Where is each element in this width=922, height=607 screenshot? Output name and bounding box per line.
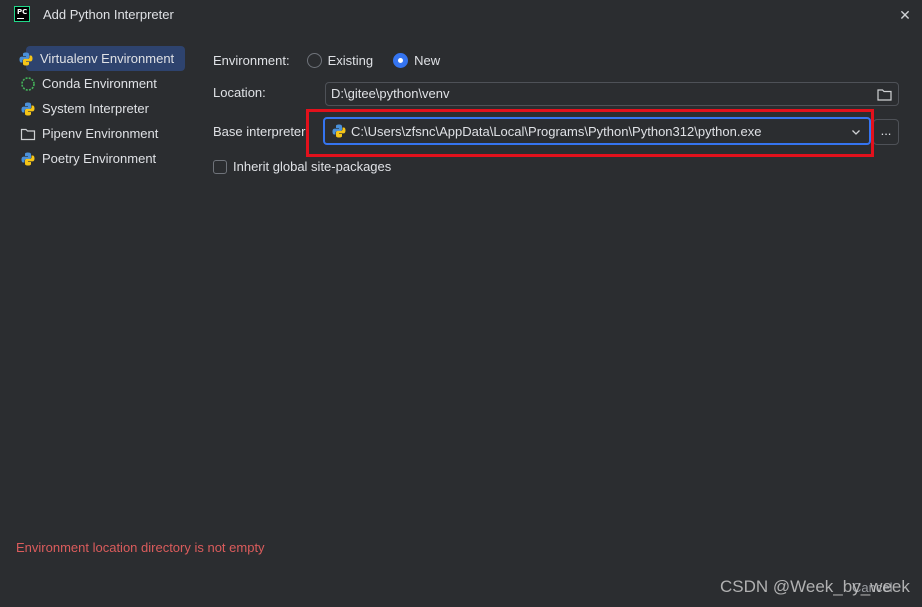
location-input[interactable]: D:\gitee\python\venv xyxy=(325,82,899,106)
dialog-title: Add Python Interpreter xyxy=(43,7,174,22)
base-interpreter-label: Base interpreter: xyxy=(213,124,310,139)
python-icon xyxy=(20,101,36,117)
existing-radio-label[interactable]: Existing xyxy=(328,53,374,68)
error-message: Environment location directory is not em… xyxy=(16,540,265,555)
python-env-icon xyxy=(18,51,34,67)
sidebar-item-pipenv[interactable]: Pipenv Environment xyxy=(12,121,192,146)
environment-row: Environment: Existing New xyxy=(213,53,440,68)
base-interpreter-value: C:\Users\zfsnc\AppData\Local\Programs\Py… xyxy=(351,123,762,139)
location-label: Location: xyxy=(213,85,266,100)
python-icon xyxy=(331,123,347,139)
inherit-checkbox[interactable] xyxy=(213,159,227,174)
folder-icon[interactable] xyxy=(877,87,892,109)
existing-radio[interactable] xyxy=(306,53,322,68)
sidebar-item-label: Conda Environment xyxy=(42,76,157,91)
chevron-down-icon[interactable] xyxy=(851,125,861,140)
new-radio[interactable] xyxy=(393,53,409,68)
sidebar-item-label: Pipenv Environment xyxy=(42,126,159,141)
sidebar-item-label: Poetry Environment xyxy=(42,151,157,166)
sidebar-item-system[interactable]: System Interpreter xyxy=(12,96,192,121)
interpreter-type-list: Virtualenv Environment Conda Environment… xyxy=(12,46,192,171)
location-row: Location: xyxy=(213,85,266,100)
sidebar-item-virtualenv[interactable]: Virtualenv Environment xyxy=(19,46,185,71)
location-value: D:\gitee\python\venv xyxy=(331,86,450,101)
inherit-row: Inherit global site-packages xyxy=(213,159,391,174)
sidebar-item-label: System Interpreter xyxy=(42,101,149,116)
base-interpreter-combo[interactable]: C:\Users\zfsnc\AppData\Local\Programs\Py… xyxy=(323,117,871,145)
new-radio-label[interactable]: New xyxy=(414,53,440,68)
poetry-icon xyxy=(20,151,36,167)
sidebar-item-poetry[interactable]: Poetry Environment xyxy=(12,146,192,171)
environment-label: Environment: xyxy=(213,53,290,68)
close-icon[interactable]: ✕ xyxy=(898,8,912,22)
sidebar-item-conda[interactable]: Conda Environment xyxy=(12,71,192,96)
browse-interpreter-button[interactable]: ... xyxy=(873,119,899,145)
inherit-label[interactable]: Inherit global site-packages xyxy=(233,159,391,174)
sidebar-item-label: Virtualenv Environment xyxy=(40,51,175,66)
base-interpreter-row: Base interpreter: xyxy=(213,124,309,139)
pycharm-logo-icon: PC xyxy=(14,6,30,22)
pipenv-folder-icon xyxy=(20,126,36,142)
conda-icon xyxy=(20,76,36,92)
watermark: CSDN @Week_by_week xyxy=(720,577,910,596)
title-bar: PC Add Python Interpreter ✕ xyxy=(0,0,922,30)
